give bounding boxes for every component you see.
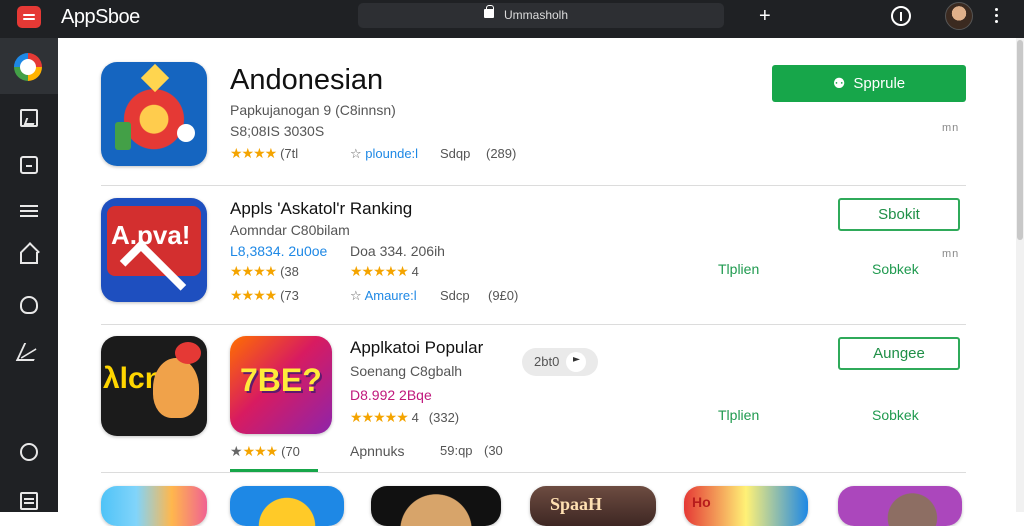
kebab-menu-icon[interactable] [995, 8, 999, 24]
store-logo-icon[interactable] [14, 53, 42, 81]
section2-price-line: D8.992 2Bqe [350, 387, 432, 403]
featured-app-subtitle: Papkujanogan 9 (C8innsn) [230, 102, 396, 118]
list-icon[interactable] [20, 492, 38, 510]
rating-stars: ★★★★ [230, 287, 277, 303]
section1-link-2[interactable]: Sobkek [872, 261, 919, 277]
section2-link-2[interactable]: Sobkek [872, 407, 919, 423]
install-button[interactable]: ⚉ Spprule [772, 65, 966, 102]
section2-reviews-2: (30 [484, 443, 503, 458]
circle-icon[interactable] [20, 443, 38, 461]
section1-title[interactable]: Appls 'Askatol'r Ranking [230, 199, 412, 219]
rating-count: (73 [280, 288, 299, 303]
title-bar: AppSboe Ummasholh + [0, 0, 1024, 38]
featured-app-size: S8;08IS 3030S [230, 123, 325, 139]
rating-value: 4 [411, 410, 419, 425]
rating-stars: ★★★★★ [350, 409, 409, 425]
flag-icon [566, 352, 586, 372]
section2-left-app-icon[interactable]: λlcnı [101, 336, 207, 436]
section1-item2-rating: ★★★★★ 4 [350, 263, 419, 280]
star-outline-icon: ☆ [350, 146, 362, 161]
install-button-label: Spprule [853, 75, 906, 92]
bottom-app-icon-5[interactable]: Ho [684, 486, 808, 526]
menu-icon[interactable] [20, 202, 38, 220]
featured-reviews: (289) [486, 146, 517, 161]
bottom-app-icon-2[interactable] [230, 486, 344, 526]
section1-author-row: ☆ Amaure:l [350, 288, 417, 304]
section2-version: 59:qp [440, 443, 473, 458]
rating-count: (70 [281, 444, 300, 459]
star-outline-icon: ★ [230, 443, 243, 459]
rating-value: 4 [411, 264, 419, 279]
section2-button[interactable]: Aungee [838, 337, 960, 370]
section1-button[interactable]: Sbokit [838, 198, 960, 231]
section1-reviews: (9£0) [488, 288, 519, 303]
section2-subtitle: Soenang C8gbalh [350, 363, 463, 379]
bottom-icon-5-text: Ho [692, 494, 711, 510]
section1-subtitle: Aomndar C80bilam [230, 222, 350, 238]
section2-pill-text: 2bt0 [534, 354, 560, 369]
section2-category[interactable]: Apnnuks [350, 443, 404, 459]
bottom-app-icon-4[interactable]: SpaaH [530, 486, 656, 526]
bottom-app-icon-6[interactable] [838, 486, 962, 526]
avatar[interactable] [945, 2, 973, 30]
rating-stars: ★★★ [242, 443, 279, 459]
bottom-app-icon-3[interactable] [371, 486, 501, 526]
main-content: Andonesian Papkujanogan 9 (C8innsn) S8;0… [58, 38, 1016, 526]
bottom-app-icon-1[interactable] [101, 486, 207, 526]
info-icon[interactable] [891, 6, 911, 26]
section1-item1-line: L8,3834. 2u0oe [230, 243, 328, 259]
sidebar [0, 38, 58, 512]
section1-item2-line: Doa 334. 206ih [350, 243, 445, 259]
featured-mark: mn [942, 122, 960, 134]
section2-rating-2: ★★★★ (70 [230, 443, 300, 460]
divider [101, 472, 966, 473]
featured-publisher-row: ☆ plounde:l [350, 146, 418, 162]
section2-link-1[interactable]: Tlplien [718, 407, 759, 423]
section1-version: Sdcp [440, 288, 470, 303]
rating-stars: ★★★★ [230, 263, 277, 279]
section1-icon-text: A.pva! [111, 220, 191, 250]
featured-publisher[interactable]: plounde:l [365, 146, 418, 161]
section2-right-app-icon[interactable]: 7BE? [230, 336, 332, 434]
app-title: AppSboe [61, 6, 140, 28]
section1-item1-rating: ★★★★ (38 [230, 263, 299, 280]
section2-rating: ★★★★★ 4 (332) [350, 409, 459, 426]
lock-icon [484, 5, 494, 18]
app-logo-icon[interactable] [17, 6, 41, 28]
section1-app-icon[interactable]: A.pva! [101, 198, 207, 302]
rating-count: (38 [280, 264, 299, 279]
section1-item1-rating-2: ★★★★ (73 [230, 287, 299, 304]
section1-author[interactable]: Amaure:l [365, 288, 417, 303]
address-text[interactable]: Ummasholh [504, 8, 568, 22]
rating-stars: ★★★★★ [350, 263, 409, 279]
featured-rating: ★★★★ (7tl [230, 145, 298, 162]
home-icon[interactable] [20, 252, 38, 264]
image-icon[interactable] [20, 109, 38, 127]
puzzle-icon[interactable] [20, 296, 38, 314]
divider [101, 185, 966, 186]
featured-app-name[interactable]: Andonesian [230, 64, 383, 97]
section1-mark: mn [942, 248, 960, 260]
box-icon[interactable] [20, 156, 38, 174]
section2-tag-pill[interactable]: 2bt0 [522, 348, 598, 376]
plus-icon[interactable]: + [759, 6, 771, 26]
section2-right-icon-text: 7BE? [240, 362, 322, 398]
featured-app-icon[interactable] [101, 62, 207, 166]
section2-title[interactable]: Applkatoi Popular [350, 338, 483, 358]
rating-count: (7tl [280, 146, 299, 161]
send-icon[interactable] [15, 343, 43, 361]
person-icon: ⚉ [832, 75, 846, 91]
featured-version: Sdqp [440, 146, 471, 161]
star-outline-icon: ☆ [350, 288, 362, 303]
rating-reviews: (332) [428, 410, 460, 425]
divider [101, 324, 966, 325]
rating-stars: ★★★★ [230, 145, 277, 161]
scrollbar-thumb[interactable] [1017, 40, 1023, 240]
section1-link-1[interactable]: Tlplien [718, 261, 759, 277]
